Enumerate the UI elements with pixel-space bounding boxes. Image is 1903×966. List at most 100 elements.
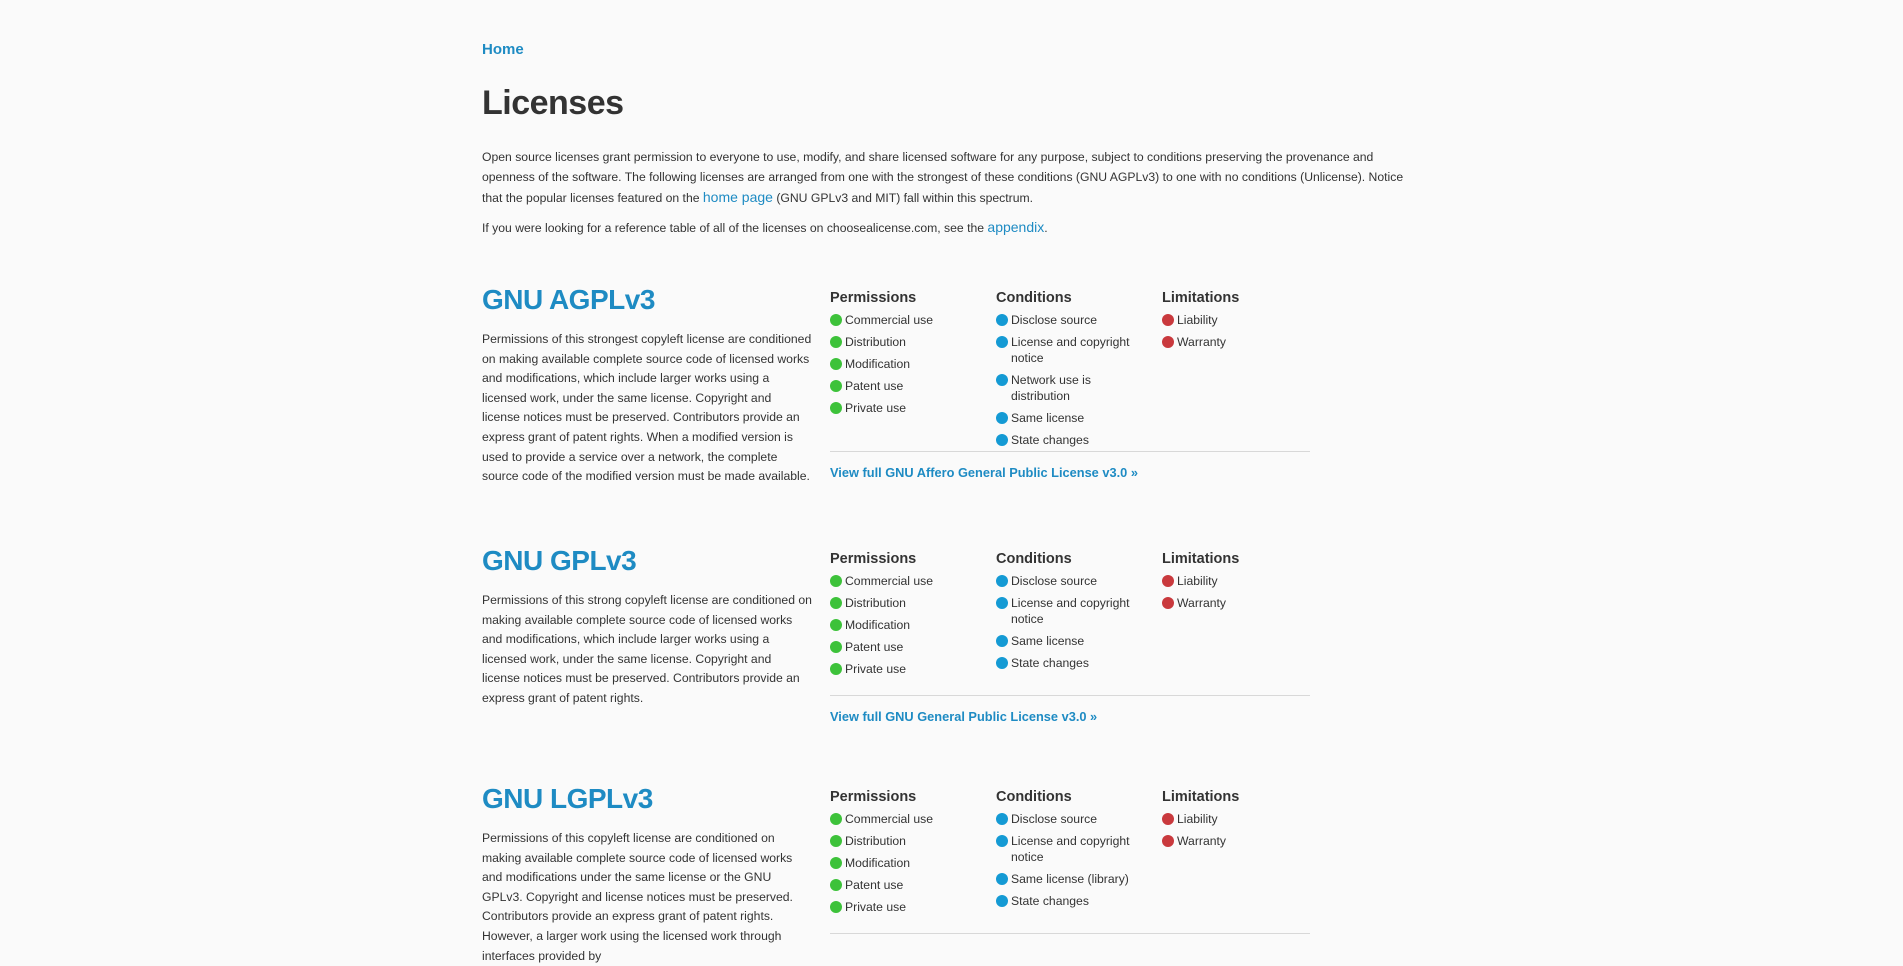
permission-item: Modification: [830, 617, 990, 633]
limitations-column: Limitations Liability Warranty: [1162, 290, 1322, 356]
condition-dot-icon: [996, 597, 1008, 609]
limitations-list: Liability Warranty: [1162, 312, 1322, 350]
condition-item: Network use is distribution: [996, 372, 1146, 404]
limitation-item: Liability: [1162, 811, 1322, 827]
permission-dot-icon: [830, 663, 842, 675]
limitation-item: Warranty: [1162, 334, 1322, 350]
permission-item: Modification: [830, 855, 990, 871]
permission-dot-icon: [830, 380, 842, 392]
permission-dot-icon: [830, 879, 842, 891]
breadcrumb-home-link[interactable]: Home: [482, 41, 524, 58]
permission-item: Commercial use: [830, 312, 990, 328]
limitation-item: Liability: [1162, 312, 1322, 328]
condition-item: Same license: [996, 633, 1146, 649]
permission-label: Distribution: [845, 335, 906, 349]
condition-item: State changes: [996, 655, 1146, 671]
permission-item: Commercial use: [830, 573, 990, 589]
divider: [830, 933, 1310, 934]
view-full-license-link[interactable]: View full GNU General Public License v3.…: [830, 709, 1097, 724]
limitation-label: Liability: [1177, 574, 1218, 588]
condition-item: Disclose source: [996, 312, 1146, 328]
limitations-list: Liability Warranty: [1162, 811, 1322, 849]
condition-label: Disclose source: [1011, 313, 1098, 327]
permission-item: Distribution: [830, 334, 990, 350]
divider: [830, 695, 1310, 696]
condition-dot-icon: [996, 336, 1008, 348]
permissions-column: Permissions Commercial use Distribution Mo…: [830, 290, 990, 422]
limitation-label: Liability: [1177, 812, 1218, 826]
limitation-dot-icon: [1162, 575, 1174, 587]
permission-dot-icon: [830, 857, 842, 869]
license-description: Permissions of this strong copyleft lice…: [482, 593, 812, 705]
limitation-label: Warranty: [1177, 834, 1226, 848]
conditions-heading: Conditions: [996, 789, 1072, 805]
permission-dot-icon: [830, 402, 842, 414]
limitation-dot-icon: [1162, 314, 1174, 326]
permission-dot-icon: [830, 813, 842, 825]
home-page-link[interactable]: home page: [703, 189, 773, 205]
permission-item: Private use: [830, 661, 990, 677]
permissions-column: Permissions Commercial use Distribution Mo…: [830, 551, 990, 683]
permission-item: Patent use: [830, 639, 990, 655]
limitation-label: Liability: [1177, 313, 1218, 327]
permission-label: Commercial use: [845, 313, 934, 327]
permission-item: Patent use: [830, 877, 990, 893]
permission-label: Commercial use: [845, 574, 934, 588]
limitation-item: Liability: [1162, 573, 1322, 589]
appendix-link[interactable]: appendix: [987, 219, 1044, 235]
condition-dot-icon: [996, 873, 1008, 885]
condition-label: Same license (library): [1011, 872, 1129, 886]
condition-label: Same license: [1011, 634, 1085, 648]
condition-dot-icon: [996, 374, 1008, 386]
condition-dot-icon: [996, 314, 1008, 326]
license-name-link[interactable]: GNU GPLv3: [482, 545, 637, 577]
condition-label: License and copyright notice: [1011, 335, 1130, 365]
limitations-column: Limitations Liability Warranty: [1162, 551, 1322, 617]
limitation-dot-icon: [1162, 835, 1174, 847]
permission-dot-icon: [830, 575, 842, 587]
condition-label: State changes: [1011, 894, 1089, 908]
divider: [830, 451, 1310, 452]
conditions-column: Conditions Disclose source License and co…: [996, 290, 1146, 454]
condition-item: License and copyright notice: [996, 334, 1146, 366]
condition-item: State changes: [996, 893, 1146, 909]
permissions-list: Commercial use Distribution Modification Pa…: [830, 811, 990, 915]
license-name-link[interactable]: GNU AGPLv3: [482, 284, 655, 316]
permission-label: Modification: [845, 856, 911, 870]
condition-label: License and copyright notice: [1011, 834, 1130, 864]
license-name-link[interactable]: GNU LGPLv3: [482, 783, 653, 815]
condition-dot-icon: [996, 813, 1008, 825]
reference-text: If you were looking for a reference tabl…: [482, 221, 988, 235]
limitation-dot-icon: [1162, 597, 1174, 609]
permission-item: Distribution: [830, 595, 990, 611]
condition-item: Same license (library): [996, 871, 1146, 887]
condition-dot-icon: [996, 835, 1008, 847]
permission-dot-icon: [830, 597, 842, 609]
permission-label: Distribution: [845, 834, 906, 848]
limitation-label: Warranty: [1177, 596, 1226, 610]
limitations-heading: Limitations: [1162, 789, 1240, 805]
permission-dot-icon: [830, 314, 842, 326]
permission-label: Patent use: [845, 379, 904, 393]
permissions-heading: Permissions: [830, 789, 917, 805]
permissions-list: Commercial use Distribution Modification Pa…: [830, 312, 990, 416]
limitations-heading: Limitations: [1162, 551, 1240, 567]
condition-item: License and copyright notice: [996, 595, 1146, 627]
permission-dot-icon: [830, 835, 842, 847]
condition-label: License and copyright notice: [1011, 596, 1130, 626]
permission-dot-icon: [830, 358, 842, 370]
limitation-dot-icon: [1162, 336, 1174, 348]
license-description: Permissions of this strongest copyleft l…: [482, 332, 812, 484]
permission-dot-icon: [830, 619, 842, 631]
condition-item: State changes: [996, 432, 1146, 448]
limitation-item: Warranty: [1162, 833, 1322, 849]
conditions-heading: Conditions: [996, 551, 1072, 567]
permission-dot-icon: [830, 641, 842, 653]
permission-label: Patent use: [845, 640, 904, 654]
permission-item: Commercial use: [830, 811, 990, 827]
limitations-column: Limitations Liability Warranty: [1162, 789, 1322, 855]
conditions-list: Disclose source License and copyright not…: [996, 312, 1146, 448]
view-full-license-link[interactable]: View full GNU Affero General Public Lice…: [830, 465, 1138, 480]
conditions-column: Conditions Disclose source License and co…: [996, 551, 1146, 677]
condition-dot-icon: [996, 575, 1008, 587]
